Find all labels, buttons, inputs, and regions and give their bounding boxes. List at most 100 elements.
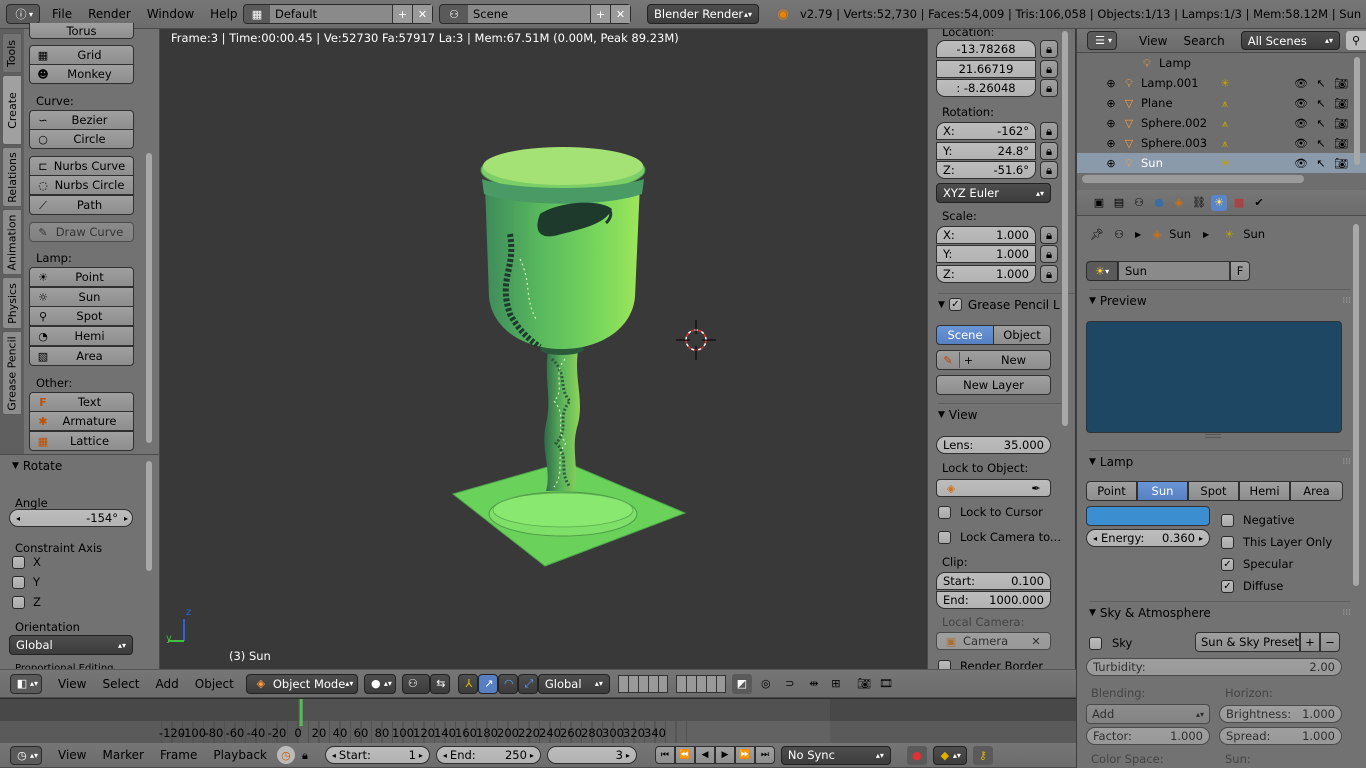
tab-physics[interactable]: Physics (2, 277, 22, 329)
lamp-type-point[interactable]: Point (1086, 481, 1137, 501)
gp-scene-button[interactable]: Scene (936, 325, 994, 345)
turbidity-field[interactable]: Turbidity: 2.00 (1086, 658, 1342, 676)
expand-icon[interactable]: ⊕ (1103, 95, 1119, 111)
armature-button[interactable]: ✱ Armature (29, 411, 134, 431)
jump-start-button[interactable]: ⏮ (654, 746, 675, 764)
constraint-x[interactable]: X (12, 555, 41, 569)
lattice-button[interactable]: ▦ Lattice (29, 431, 134, 451)
remove-layout-icon[interactable]: ✕ (412, 5, 432, 23)
angle-field[interactable]: ◂ -154° ▸ (9, 509, 133, 527)
insert-keyframe-icon[interactable]: ⚷ (972, 745, 993, 765)
tab-tools[interactable]: Tools (2, 33, 22, 73)
constraint-y[interactable]: Y (12, 575, 40, 589)
grid-button[interactable]: ▦ Grid (29, 45, 134, 65)
lamp-type-area[interactable]: Area (1290, 481, 1343, 501)
outliner-row[interactable]: ⊕ 💡︎ Sun ☀ 👁︎ ↖ 📷︎ (1077, 153, 1366, 173)
sky-option[interactable]: Sky (1089, 636, 1132, 650)
lock-scale-y-icon[interactable]: 🔒︎ (1040, 245, 1058, 263)
lock-location-z-icon[interactable]: 🔒︎ (1040, 79, 1058, 97)
operator-panel-header[interactable]: ▼ Rotate (0, 455, 159, 477)
menu-file[interactable]: File (44, 7, 80, 21)
screen-layout-name[interactable]: Default (270, 5, 392, 23)
outliner-row[interactable]: ⊕ ▽ Sphere.003 ⩚ 👁︎ ↖ 📷︎ (1077, 133, 1366, 153)
start-frame-field[interactable]: ◂ Start: 1 ▸ (324, 746, 430, 764)
tab-create[interactable]: Create (2, 75, 22, 145)
timeline-menu-marker[interactable]: Marker (94, 748, 151, 762)
circle-button[interactable]: ○ Circle (29, 129, 134, 149)
timeline-editor-type-button[interactable]: ◷ ▴▾ (10, 745, 42, 765)
sun-lamp-button[interactable]: ☼ Sun (29, 287, 134, 307)
nurbs-curve-button[interactable]: ⊏ Nurbs Curve (29, 156, 134, 176)
new-layer-button[interactable]: New Layer (936, 375, 1051, 395)
scene-tab-icon[interactable]: ⚇ (1131, 195, 1147, 211)
expand-icon[interactable]: ⊕ (1103, 115, 1119, 131)
constraint-z-checkbox[interactable] (12, 595, 25, 609)
lock-location-y-icon[interactable]: 🔒︎ (1040, 60, 1058, 78)
location-z-field[interactable]: : -8.26048 (936, 79, 1036, 97)
snap-magnet-icon[interactable]: ⊃ (780, 674, 800, 694)
preview-resize-handle[interactable] (1205, 434, 1221, 438)
viewport-menu-add[interactable]: Add (148, 677, 187, 691)
sync-dropdown[interactable]: No Sync ▴▾ (780, 745, 891, 765)
lamp-option-specular[interactable]: ✓ Specular (1221, 553, 1332, 575)
hemi-lamp-button[interactable]: ◔ Hemi (29, 326, 134, 346)
end-frame-field[interactable]: ◂ End: 250 ▸ (435, 746, 541, 764)
texture-tab-icon[interactable]: ▩ (1231, 195, 1247, 211)
physics-tab-icon[interactable]: ✔ (1251, 195, 1267, 211)
render-layers-tab-icon[interactable]: ▤ (1111, 195, 1127, 211)
layer-buttons[interactable] (617, 674, 668, 693)
gp-object-button[interactable]: Object (993, 325, 1051, 345)
lock-scale-z-icon[interactable]: 🔒︎ (1040, 265, 1058, 283)
expand-icon[interactable]: ⊕ (1103, 75, 1119, 91)
pin-icon[interactable]: 📌︎ (1089, 226, 1105, 242)
play-button[interactable]: ▶ (714, 746, 735, 764)
lock-time-icon[interactable]: 🔒︎ (297, 746, 313, 764)
torus-button[interactable]: Torus (29, 23, 134, 39)
mode-dropdown[interactable]: ◈ Object Mode ▴▾ (245, 673, 358, 694)
lamp-option-checkbox[interactable] (1221, 513, 1234, 527)
tab-relations[interactable]: Relations (2, 147, 22, 207)
bezier-button[interactable]: ∽ Bezier (29, 110, 134, 130)
lamp-option-diffuse[interactable]: ✓ Diffuse (1221, 575, 1332, 597)
outliner-menu-view[interactable]: View (1131, 34, 1175, 48)
lock-rotation-x-icon[interactable]: 🔒︎ (1040, 122, 1058, 140)
render-border-option[interactable]: Render Border (938, 659, 1043, 669)
snap-target-icon[interactable]: ⊞ (826, 674, 846, 694)
visibility-eye-icon[interactable]: 👁︎ (1293, 95, 1309, 111)
point-lamp-button[interactable]: ☀ Point (29, 267, 134, 287)
layer-buttons-2[interactable] (675, 674, 726, 693)
datablock-name[interactable]: Sun (1118, 261, 1230, 281)
lamp-color-swatch[interactable] (1086, 506, 1210, 526)
lock-rotation-z-icon[interactable]: 🔒︎ (1040, 161, 1058, 179)
auto-keying-record-icon[interactable]: ● (906, 745, 927, 765)
orientation-dropdown-header[interactable]: Global ▴▾ (537, 673, 610, 694)
editor-type-button[interactable]: ◧ ▴▾ (10, 673, 42, 694)
renderable-camera-icon[interactable]: 📷︎ (1333, 75, 1349, 91)
screen-layout-selector[interactable]: ▦ Default + ✕ (243, 4, 433, 24)
lock-location-x-icon[interactable]: 🔒︎ (1040, 40, 1058, 58)
lamp-option-this-layer-only[interactable]: This Layer Only (1221, 531, 1332, 553)
preview-panel-header[interactable]: ▼ Preview ⁞⁞⁞ (1089, 289, 1351, 311)
path-button[interactable]: ⟋ Path (29, 195, 134, 215)
properties-scrollbar[interactable] (1353, 224, 1359, 586)
area-lamp-button[interactable]: ▧ Area (29, 346, 134, 366)
outliner-editor-type-button[interactable]: ☰ ▾ (1087, 31, 1117, 50)
datablock-selector[interactable]: ☀ ▾ Sun F (1086, 261, 1250, 281)
expand-icon[interactable]: ⊕ (1103, 135, 1119, 151)
scale-z-field[interactable]: Z: 1.000 (936, 265, 1036, 283)
add-scene-icon[interactable]: + (590, 5, 610, 23)
current-frame-field[interactable]: 3 ▸ (546, 746, 637, 764)
grease-pencil-checkbox[interactable]: ✓ (948, 298, 962, 311)
rotation-z-field[interactable]: Z: -51.6° (936, 161, 1036, 179)
outliner-row[interactable]: 💡︎ Lamp (1077, 53, 1366, 73)
timeline-menu-view[interactable]: View (50, 748, 94, 762)
selectable-arrow-icon[interactable]: ↖ (1313, 75, 1329, 91)
fake-user-button[interactable]: F (1230, 261, 1250, 281)
renderable-camera-icon[interactable]: 📷︎ (1333, 95, 1349, 111)
viewport-menu-select[interactable]: Select (94, 677, 147, 691)
renderable-camera-icon[interactable]: 📷︎ (1333, 155, 1349, 171)
render-image-icon[interactable]: 📷︎ (854, 674, 874, 694)
sky-presets-dropdown[interactable]: Sun & Sky Presets▴▾ (1195, 632, 1300, 652)
rotate-manipulator[interactable]: ◠ (497, 673, 518, 694)
play-reverse-button[interactable]: ◀ (694, 746, 715, 764)
